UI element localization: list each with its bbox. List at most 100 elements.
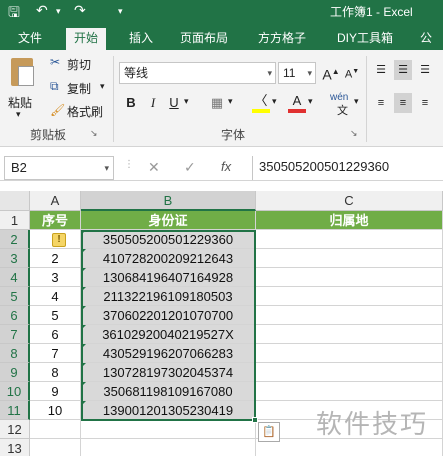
- shrink-font-icon[interactable]: A▼: [343, 62, 361, 82]
- cut-button[interactable]: 剪切: [67, 56, 91, 73]
- location-cell[interactable]: [256, 344, 443, 363]
- id-cell[interactable]: 410728200209212643: [81, 249, 256, 268]
- font-name-select[interactable]: 等线 ▾: [119, 62, 276, 84]
- row-header[interactable]: 8: [0, 344, 30, 363]
- phonetic-dropdown-icon[interactable]: ▾: [354, 96, 359, 107]
- location-cell[interactable]: [256, 325, 443, 344]
- column-header-b[interactable]: B: [81, 191, 256, 211]
- id-cell[interactable]: 36102920040219527X: [81, 325, 256, 344]
- tab-formulas[interactable]: 公式: [412, 28, 443, 65]
- tab-insert[interactable]: 插入: [121, 28, 161, 50]
- align-top-icon[interactable]: ☰: [372, 60, 390, 80]
- formula-input[interactable]: 350505200501229360: [252, 156, 443, 180]
- font-color-icon[interactable]: A: [288, 91, 306, 113]
- location-cell[interactable]: [256, 306, 443, 325]
- row-header[interactable]: 9: [0, 363, 30, 382]
- paste-options-icon[interactable]: 📋: [258, 422, 280, 442]
- column-header-c[interactable]: C: [256, 191, 443, 211]
- seq-cell[interactable]: 7: [30, 344, 81, 363]
- id-cell[interactable]: 430529196207066283: [81, 344, 256, 363]
- row-header[interactable]: 5: [0, 287, 30, 306]
- empty-cell[interactable]: [256, 439, 443, 456]
- underline-button[interactable]: U: [165, 93, 183, 113]
- id-cell[interactable]: 350505200501229360: [81, 230, 256, 249]
- seq-cell[interactable]: 3: [30, 268, 81, 287]
- font-launcher-icon[interactable]: ↘: [350, 128, 358, 139]
- customize-toolbar-icon[interactable]: ▾: [118, 6, 123, 17]
- location-cell[interactable]: [256, 363, 443, 382]
- row-header[interactable]: 2: [0, 230, 30, 249]
- italic-button[interactable]: I: [144, 93, 162, 113]
- row-header[interactable]: 11: [0, 401, 30, 420]
- copy-icon[interactable]: ⧉: [50, 79, 59, 94]
- font-color-dropdown-icon[interactable]: ▾: [308, 96, 313, 107]
- id-cell[interactable]: 130684196407164928: [81, 268, 256, 287]
- row-header[interactable]: 4: [0, 268, 30, 287]
- id-cell[interactable]: 370602201201070700: [81, 306, 256, 325]
- fill-color-icon[interactable]: 〈: [252, 91, 270, 113]
- header-cell[interactable]: 序号: [30, 211, 81, 230]
- seq-cell[interactable]: 8: [30, 363, 81, 382]
- cancel-icon[interactable]: ✕: [148, 159, 160, 176]
- borders-icon[interactable]: ▦: [208, 93, 226, 113]
- save-icon[interactable]: 🖫: [8, 2, 20, 26]
- paste-button[interactable]: 粘贴 ▾: [6, 56, 40, 119]
- location-cell[interactable]: [256, 287, 443, 306]
- clipboard-launcher-icon[interactable]: ↘: [90, 128, 98, 139]
- copy-button[interactable]: 复制: [67, 80, 91, 97]
- undo-icon[interactable]: ↶: [36, 2, 48, 19]
- row-header[interactable]: 13: [0, 439, 30, 456]
- row-header[interactable]: 6: [0, 306, 30, 325]
- seq-cell[interactable]: 2: [30, 249, 81, 268]
- format-painter-button[interactable]: 格式刷: [67, 103, 103, 120]
- align-bottom-icon[interactable]: ☰: [416, 60, 434, 80]
- row-header[interactable]: 7: [0, 325, 30, 344]
- seq-cell[interactable]: 4: [30, 287, 81, 306]
- location-cell[interactable]: [256, 268, 443, 287]
- row-header[interactable]: 12: [0, 420, 30, 439]
- tab-home[interactable]: 开始: [66, 28, 107, 50]
- fill-color-dropdown-icon[interactable]: ▾: [272, 96, 277, 107]
- insert-function-button[interactable]: fx: [221, 159, 231, 174]
- tab-file[interactable]: 文件: [10, 28, 50, 50]
- tab-fangfang[interactable]: 方方格子: [250, 28, 314, 50]
- select-all-button[interactable]: [0, 191, 30, 211]
- header-cell[interactable]: 归属地: [256, 211, 443, 230]
- location-cell[interactable]: [256, 249, 443, 268]
- column-header-a[interactable]: A: [30, 191, 81, 211]
- cut-icon[interactable]: ✂: [50, 55, 60, 69]
- id-cell[interactable]: 139001201305230419: [81, 401, 256, 420]
- row-header[interactable]: 10: [0, 382, 30, 401]
- id-cell[interactable]: 350681198109167080: [81, 382, 256, 401]
- empty-cell[interactable]: [30, 439, 81, 456]
- error-warning-icon[interactable]: !: [52, 233, 66, 247]
- format-painter-icon[interactable]: 🖌: [50, 103, 65, 117]
- row-header[interactable]: 1: [0, 211, 30, 230]
- seq-cell[interactable]: 6: [30, 325, 81, 344]
- copy-dropdown-icon[interactable]: ▾: [100, 81, 105, 92]
- align-middle-icon[interactable]: ☰: [394, 60, 412, 80]
- location-cell[interactable]: [256, 382, 443, 401]
- borders-dropdown-icon[interactable]: ▾: [228, 96, 233, 107]
- bold-button[interactable]: B: [122, 93, 140, 113]
- underline-dropdown-icon[interactable]: ▾: [184, 96, 189, 107]
- name-box[interactable]: B2 ▾: [4, 156, 114, 180]
- align-left-icon[interactable]: ≡: [372, 93, 390, 113]
- id-cell[interactable]: 211322196109180503: [81, 287, 256, 306]
- seq-cell[interactable]: 9: [30, 382, 81, 401]
- enter-icon[interactable]: ✓: [184, 159, 196, 176]
- empty-cell[interactable]: [81, 439, 256, 456]
- tab-page-layout[interactable]: 页面布局: [172, 28, 236, 50]
- redo-icon[interactable]: ↷: [74, 2, 86, 19]
- empty-cell[interactable]: [30, 420, 81, 439]
- row-header[interactable]: 3: [0, 249, 30, 268]
- seq-cell[interactable]: 5: [30, 306, 81, 325]
- empty-cell[interactable]: [81, 420, 256, 439]
- align-center-icon[interactable]: ≡: [394, 93, 412, 113]
- tab-diy-toolbox[interactable]: DIY工具箱: [329, 28, 401, 50]
- font-size-select[interactable]: 11 ▾: [278, 62, 316, 84]
- undo-dropdown-icon[interactable]: ▾: [56, 6, 61, 17]
- location-cell[interactable]: [256, 230, 443, 249]
- grow-font-icon[interactable]: A▲: [322, 62, 340, 83]
- header-cell[interactable]: 身份证: [81, 211, 256, 230]
